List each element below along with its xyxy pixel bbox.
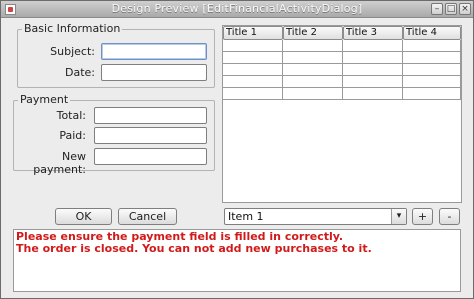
total-input[interactable] — [94, 107, 207, 124]
table-cell[interactable] — [283, 76, 343, 88]
data-table[interactable]: Title 1 Title 2 Title 3 Title 4 — [222, 25, 462, 203]
table-cell[interactable] — [343, 40, 403, 52]
window-title: Design Preview [EditFinancialActivityDia… — [111, 2, 363, 15]
payment-legend: Payment — [18, 93, 71, 106]
table-cell[interactable] — [283, 64, 343, 76]
date-input[interactable] — [101, 64, 207, 81]
basic-information-legend: Basic Information — [22, 22, 123, 35]
table-cell[interactable] — [403, 64, 461, 76]
new-payment-input[interactable] — [94, 148, 207, 165]
column-header-2[interactable]: Title 2 — [283, 26, 343, 40]
dialog-window: Design Preview [EditFinancialActivityDia… — [0, 0, 474, 299]
validation-messages: Please ensure the payment field is fille… — [13, 229, 461, 292]
ok-button[interactable]: OK — [55, 208, 112, 225]
table-cell[interactable] — [223, 88, 283, 100]
date-label: Date: — [65, 66, 95, 79]
column-header-1[interactable]: Title 1 — [223, 26, 283, 40]
maximize-button[interactable]: □ — [445, 3, 457, 15]
table-header: Title 1 Title 2 Title 3 Title 4 — [223, 26, 461, 40]
table-cell[interactable] — [403, 88, 461, 100]
add-item-button[interactable]: + — [412, 208, 433, 225]
table-cell[interactable] — [223, 76, 283, 88]
subject-label: Subject: — [50, 45, 95, 58]
table-row[interactable] — [223, 64, 461, 76]
minimize-button[interactable]: – — [431, 3, 443, 15]
title-bar[interactable]: Design Preview [EditFinancialActivityDia… — [1, 1, 473, 18]
cancel-button[interactable]: Cancel — [118, 208, 177, 225]
table-row[interactable] — [223, 40, 461, 52]
order-closed-message: The order is closed. You can not add new… — [16, 242, 372, 255]
table-cell[interactable] — [223, 40, 283, 52]
column-header-3[interactable]: Title 3 — [343, 26, 403, 40]
item-select-value: Item 1 — [228, 210, 264, 223]
table-cell[interactable] — [283, 88, 343, 100]
table-cell[interactable] — [343, 76, 403, 88]
table-cell[interactable] — [343, 52, 403, 64]
table-cell[interactable] — [223, 52, 283, 64]
table-cell[interactable] — [343, 88, 403, 100]
new-payment-label: New payment: — [33, 150, 86, 176]
remove-item-button[interactable]: - — [439, 208, 460, 225]
item-select[interactable]: Item 1 ▾ — [224, 208, 407, 225]
subject-input[interactable] — [101, 43, 207, 60]
table-row[interactable] — [223, 52, 461, 64]
table-cell[interactable] — [403, 76, 461, 88]
chevron-down-icon[interactable]: ▾ — [391, 209, 406, 224]
total-label: Total: — [56, 109, 86, 122]
table-row[interactable] — [223, 76, 461, 88]
table-cell[interactable] — [403, 40, 461, 52]
table-cell[interactable] — [283, 52, 343, 64]
column-header-4[interactable]: Title 4 — [403, 26, 461, 40]
table-cell[interactable] — [343, 64, 403, 76]
paid-input[interactable] — [94, 127, 207, 144]
table-row[interactable] — [223, 88, 461, 100]
close-button[interactable]: × — [459, 3, 471, 15]
table-cell[interactable] — [403, 52, 461, 64]
table-cell[interactable] — [283, 40, 343, 52]
paid-label: Paid: — [59, 129, 86, 142]
table-cell[interactable] — [223, 64, 283, 76]
